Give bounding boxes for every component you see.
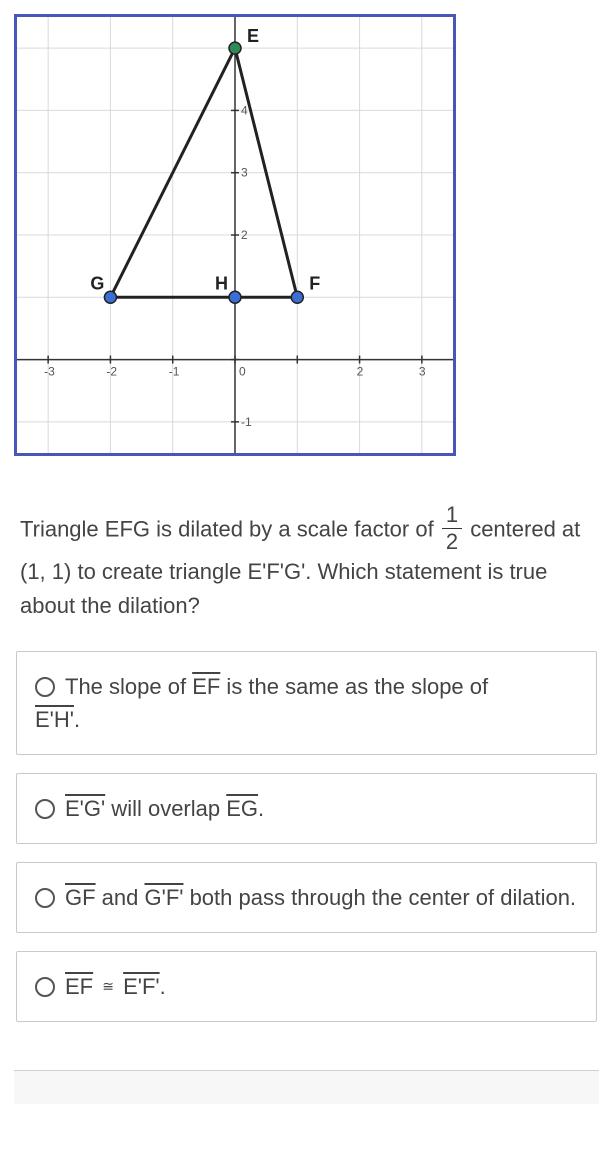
choice-d[interactable]: EF ≅ E'F'. xyxy=(16,951,597,1022)
svg-text:G: G xyxy=(90,273,104,293)
fraction-denominator: 2 xyxy=(442,529,462,553)
congruent-icon: ≅ xyxy=(99,978,117,994)
segment-EprimeHprime: E'H' xyxy=(35,707,74,732)
coordinate-graph: E G H F -3 -2 -1 0 2 3 -1 2 3 4 xyxy=(14,14,456,456)
bottom-toolbar xyxy=(14,1070,599,1104)
svg-text:3: 3 xyxy=(419,365,426,379)
svg-text:-2: -2 xyxy=(106,365,117,379)
radio-icon[interactable] xyxy=(35,888,55,908)
question-part1: Triangle EFG is dilated by a scale facto… xyxy=(20,516,440,541)
svg-text:4: 4 xyxy=(241,103,248,117)
svg-text:F: F xyxy=(309,273,320,293)
segment-EG: EG xyxy=(226,796,258,821)
svg-text:-3: -3 xyxy=(44,365,55,379)
segment-GF: GF xyxy=(65,885,96,910)
choice-c-mid: and xyxy=(96,885,145,910)
choice-a-mid: is the same as the slope of xyxy=(220,674,488,699)
radio-icon[interactable] xyxy=(35,677,55,697)
segment-GprimeFprime: G'F' xyxy=(145,885,184,910)
svg-text:0: 0 xyxy=(239,365,246,379)
svg-text:3: 3 xyxy=(241,166,248,180)
segment-EF: EF xyxy=(192,674,220,699)
choice-b-mid: will overlap xyxy=(105,796,226,821)
choice-b-post: . xyxy=(258,796,264,821)
choice-c-post: both pass through the center of dilation… xyxy=(183,885,576,910)
radio-icon[interactable] xyxy=(35,799,55,819)
segment-EprimeGprime: E'G' xyxy=(65,796,105,821)
segment-EF-d: EF xyxy=(65,974,93,999)
question-text: Triangle EFG is dilated by a scale facto… xyxy=(20,506,593,623)
answer-choices: The slope of EF is the same as the slope… xyxy=(16,651,597,1022)
choice-a-post: . xyxy=(74,707,80,732)
choice-a[interactable]: The slope of EF is the same as the slope… xyxy=(16,651,597,755)
choice-d-post: . xyxy=(160,974,166,999)
radio-icon[interactable] xyxy=(35,977,55,997)
choice-b[interactable]: E'G' will overlap EG. xyxy=(16,773,597,844)
svg-text:2: 2 xyxy=(241,228,248,242)
fraction-numerator: 1 xyxy=(442,504,462,529)
choice-a-pre: The slope of xyxy=(65,674,192,699)
svg-text:2: 2 xyxy=(357,365,364,379)
svg-text:-1: -1 xyxy=(241,415,252,429)
svg-text:H: H xyxy=(215,273,228,293)
svg-text:E: E xyxy=(247,26,259,46)
segment-EprimeFprime-d: E'F' xyxy=(123,974,160,999)
choice-c[interactable]: GF and G'F' both pass through the center… xyxy=(16,862,597,933)
svg-text:-1: -1 xyxy=(169,365,180,379)
fraction-half: 12 xyxy=(442,504,462,553)
